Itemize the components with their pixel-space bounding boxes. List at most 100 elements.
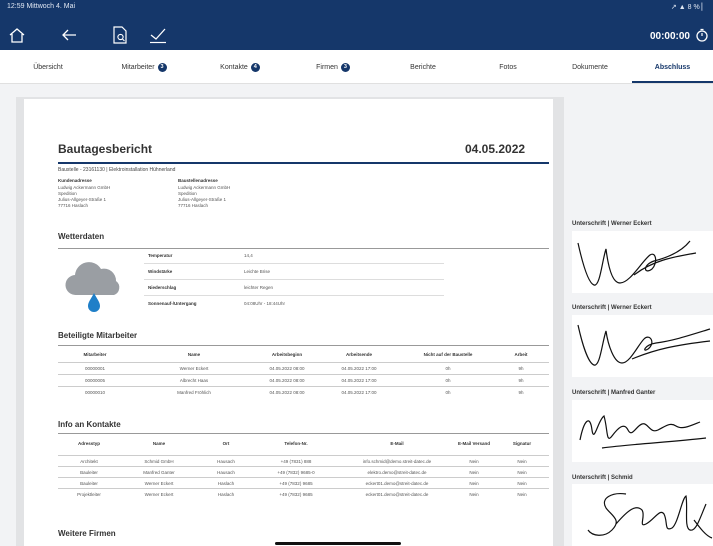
count-badge: 4 [250,62,260,72]
weather-label: Sonnenauf-/Untergang [148,301,197,306]
table-cell: 00000005 [84,378,106,383]
weather-value: 14,4 [244,253,253,258]
signature-box[interactable] [572,400,713,462]
tab-abschluss[interactable]: Abschluss [632,50,713,84]
rain-cloud-icon [62,257,126,318]
table-header: Telefon-Nr. [284,441,308,446]
companies-heading: Weitere Firmen [58,529,116,538]
table-header: Ort [222,441,230,446]
top-bar: 12:59 Mittwoch 4. Mai ↗ ▲ 8 % ▏ 00:00:00 [0,0,713,50]
signature-box[interactable] [572,484,713,546]
weather-value: leichter Regen [244,285,274,290]
report-date: 04.05.2022 [465,142,526,156]
row-divider [144,263,444,264]
customer-address-line: 77716 Haslach [58,203,89,208]
signature-label: Unterschrift | Werner Eckert [572,305,652,311]
table-cell: Werner Eckert [144,492,174,497]
table-cell: +49 (7832) 9685 [279,492,313,497]
table-cell: Manfred Ganter [143,470,175,475]
report-document[interactable]: Bautagesbericht 04.05.2022 Baustelle - 2… [24,99,553,546]
tab-kontakte[interactable]: Kontakte 4 [192,50,288,84]
timer[interactable]: 00:00:00 [650,28,709,45]
table-cell: Haslach [217,481,235,486]
table-header: Name [152,441,166,446]
site-address-line: Ludwig Ackermann GmbH [178,185,231,190]
stopwatch-icon [695,28,709,45]
home-icon[interactable] [6,24,28,46]
table-header: Signatur [512,441,532,446]
table-header: Arbeitsbeginn [271,352,303,357]
signature-box[interactable] [572,231,713,293]
table-cell: Werner Eckert [179,366,209,371]
table-cell: Nein [469,492,479,497]
tab-label: Firmen [316,63,338,71]
row-divider [58,374,549,375]
row-divider [144,295,444,296]
table-cell: 04.05.2022 08:00 [269,378,305,383]
tab-fotos[interactable]: Fotos [468,50,548,84]
handwritten-signature [587,493,713,539]
weather-value: Leichte Brise [244,269,271,274]
weather-label: Niederschlag [148,285,177,290]
table-cell: Nein [517,459,527,464]
row-divider [144,279,444,280]
row-divider [58,386,549,387]
table-cell: 04.05.2022 08:00 [269,390,305,395]
table-header: E-Mail Versand [457,441,490,446]
weather-value: 04:08Uhr - 18:44Uhr [244,301,286,306]
table-cell: +49 (7832) 9685 [279,481,313,486]
tab-label: Abschluss [654,63,691,71]
status-indicators: ↗ ▲ 8 % ▏ [670,4,707,11]
contacts-heading: Info an Kontakte [58,420,121,429]
table-cell: Manfred Fröhlich [177,390,211,395]
table-cell: Werner Eckert [144,481,174,486]
table-cell: Architekt [80,459,98,464]
row-divider [58,455,549,456]
table-cell: 0h [445,366,451,371]
table-cell: Projektleiter [77,492,101,497]
table-cell: Nein [469,481,479,486]
table-cell: 0h [445,390,451,395]
status-time-date: 12:59 Mittwoch 4. Mai [7,3,76,10]
checkmark-icon[interactable] [147,24,169,46]
tab-berichte[interactable]: Berichte [378,50,468,84]
signature-box[interactable] [572,315,713,377]
customer-address-line: Spedition [58,191,77,196]
table-cell: eckert01.demo@streit-datec.de [365,492,429,497]
table-header: Name [187,352,201,357]
table-cell: +49 (7832) 9685-0 [277,470,315,475]
table-cell: 04.05.2022 08:00 [269,366,305,371]
back-arrow-icon[interactable] [58,24,80,46]
timer-value: 00:00:00 [649,31,690,42]
report-title: Bautagesbericht [58,142,153,156]
table-header: Mitarbeiter [83,352,107,357]
tab-label: Dokumente [572,63,608,71]
table-cell: Nein [469,459,479,464]
section-divider [58,433,549,434]
tab-label: Fotos [499,63,517,71]
row-divider [58,466,549,467]
tab-firmen[interactable]: Firmen 3 [288,50,378,84]
table-cell: Hausach [217,459,235,464]
signature-label: Unterschrift | Werner Eckert [572,221,652,227]
customer-address-line: Ludwig Ackermann GmbH [58,185,111,190]
tab-mitarbeiter[interactable]: Mitarbeiter 3 [96,50,192,84]
document-search-icon[interactable] [109,24,131,46]
row-divider [58,488,549,489]
count-badge: 3 [340,62,350,72]
table-cell: info.schmid@demo.streit-datec.de [362,459,432,464]
table-cell: Bauleiter [80,481,98,486]
table-header: Nicht auf der Baustelle [423,352,473,357]
table-cell: Bauleiter [80,470,98,475]
count-badge: 3 [157,62,167,72]
table-cell: elektro.demo@streit-datec.de [367,470,427,475]
tab-label: Berichte [410,63,436,71]
table-cell: 9h [518,378,524,383]
tab-uebersicht[interactable]: Übersicht [0,50,96,84]
table-cell: Hausach [217,470,235,475]
tab-dokumente[interactable]: Dokumente [548,50,632,84]
weather-label: Temperatur [148,253,173,258]
weather-label: Windstärke [148,269,173,274]
site-address-line: 77716 Haslach [178,203,209,208]
table-cell: 9h [518,390,524,395]
